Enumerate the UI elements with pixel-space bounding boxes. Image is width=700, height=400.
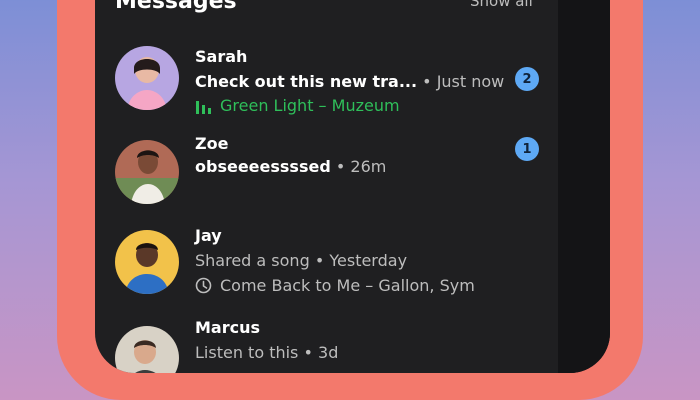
avatar <box>115 46 179 110</box>
avatar-image-jay <box>115 230 179 294</box>
avatar <box>115 326 179 373</box>
avatar-image-zoe <box>115 140 179 204</box>
separator-dot: • <box>314 251 325 270</box>
message-preview: Shared a song • Yesterday <box>195 251 407 270</box>
preview-text: Listen to this <box>195 343 299 362</box>
separator-dot: • <box>335 157 346 176</box>
equalizer-icon <box>196 100 211 114</box>
unread-badge: 1 <box>515 137 539 161</box>
clock-icon <box>195 277 212 294</box>
message-preview: Listen to this • 3d <box>195 343 338 362</box>
avatar <box>115 230 179 294</box>
screen-edge <box>558 0 610 373</box>
sender-name: Jay <box>195 226 222 245</box>
messages-screen: Messages Show all Sarah Check out this n… <box>95 0 610 373</box>
separator-dot: • <box>422 72 432 91</box>
sender-name: Sarah <box>195 47 248 66</box>
preview-text: Shared a song <box>195 251 310 270</box>
message-row-sarah[interactable]: Sarah Check out this new tra... • Just n… <box>95 40 558 130</box>
preview-text: Check out this new tra... <box>195 72 418 91</box>
timestamp: 26m <box>350 157 387 176</box>
message-preview: obseeeessssed • 26m <box>195 157 386 176</box>
separator-dot: • <box>303 343 313 362</box>
message-row-marcus[interactable]: Marcus Listen to this • 3d <box>95 318 558 373</box>
track-title: Green Light – Muzeum <box>220 96 400 115</box>
avatar-image-sarah <box>115 46 179 110</box>
track-title: Come Back to Me – Gallon, Sym <box>220 276 475 295</box>
sender-name: Marcus <box>195 318 261 337</box>
timestamp: 3d <box>318 343 339 362</box>
unread-badge: 2 <box>515 67 539 91</box>
sender-name: Zoe <box>195 134 229 153</box>
avatar <box>115 140 179 204</box>
preview-text: obseeeessssed <box>195 157 331 176</box>
timestamp: Yesterday <box>329 251 408 270</box>
message-row-zoe[interactable]: Zoe obseeeessssed • 26m 1 <box>95 134 558 230</box>
shared-track[interactable]: Green Light – Muzeum <box>195 96 400 115</box>
show-all-link[interactable]: Show all <box>470 0 533 10</box>
timestamp: Just now <box>436 72 505 91</box>
avatar-image-marcus <box>115 326 179 373</box>
shared-track[interactable]: Come Back to Me – Gallon, Sym <box>195 276 475 295</box>
message-row-jay[interactable]: Jay Shared a song • Yesterday Come Back … <box>95 226 558 320</box>
message-preview: Check out this new tra... • Just now <box>195 72 504 91</box>
section-title: Messages <box>115 0 237 14</box>
